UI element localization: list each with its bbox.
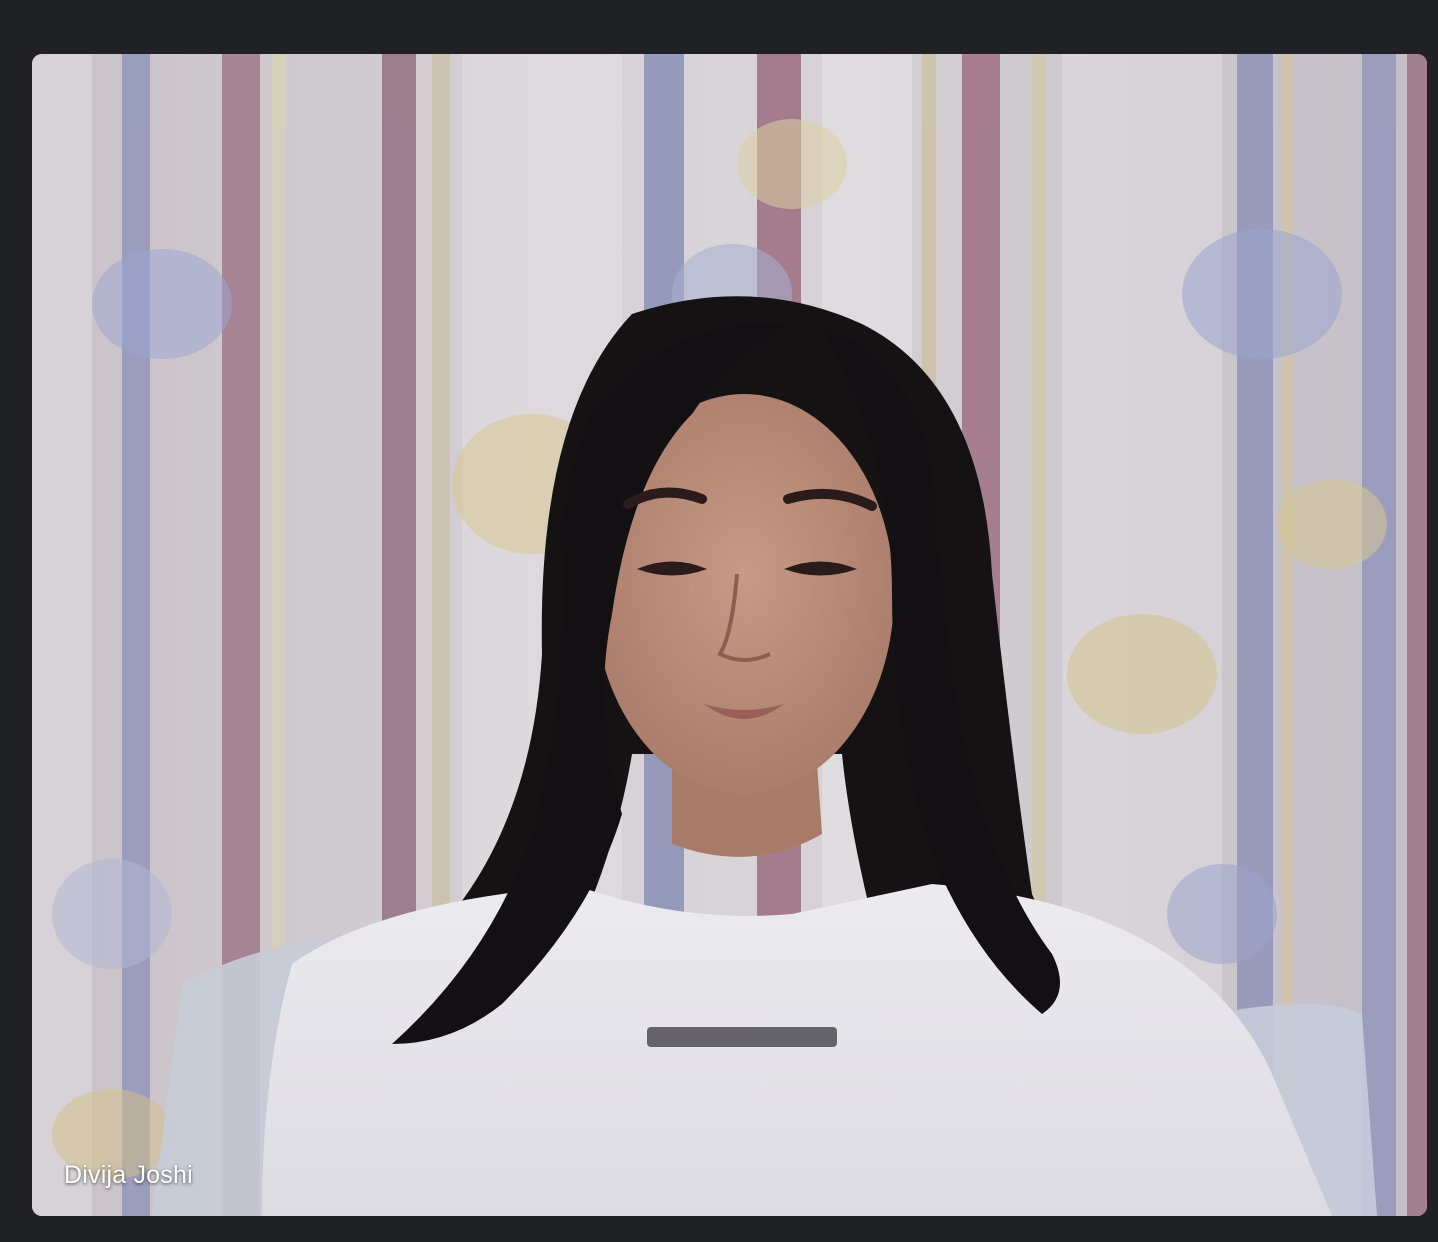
participant-video-tile[interactable]: Divija Joshi <box>32 54 1427 1216</box>
participant-video-feed <box>32 54 1427 1216</box>
participant-name-label: Divija Joshi <box>64 1161 193 1189</box>
meeting-stage: Divija Joshi <box>0 0 1438 1242</box>
